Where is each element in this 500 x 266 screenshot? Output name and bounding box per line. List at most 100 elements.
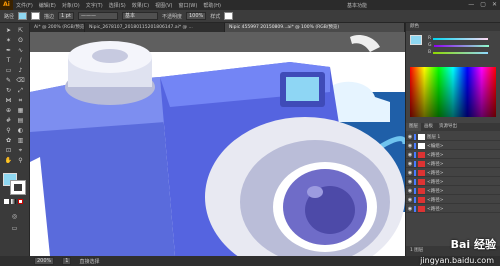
stroke-color-box[interactable]	[10, 180, 26, 195]
blend-tool-icon[interactable]: ◐	[15, 127, 26, 135]
close-icon[interactable]: ✕	[492, 0, 497, 10]
layer-row[interactable]: ◉ <路径>	[406, 178, 500, 186]
menu-object[interactable]: 对象(O)	[59, 2, 83, 9]
eye-icon[interactable]: ◉	[406, 134, 414, 140]
layer-row[interactable]: ◉ <路径>	[406, 205, 500, 213]
graphic-style-swatch[interactable]	[224, 12, 234, 20]
variable-width-profile[interactable]: ———	[77, 12, 118, 20]
artboard-canvas[interactable]	[30, 32, 405, 256]
menu-type[interactable]: 文字(T)	[83, 2, 106, 9]
color-panel-tab[interactable]: 颜色	[406, 23, 500, 31]
lasso-icon[interactable]: ʘ	[15, 37, 26, 45]
eraser-tool-icon[interactable]: ⌫	[15, 77, 26, 85]
width-tool-icon[interactable]: ⋈	[3, 97, 14, 105]
graph-tool-icon[interactable]: ▥	[15, 137, 26, 145]
mesh-tool-icon[interactable]: #	[3, 117, 14, 125]
stroke-swatch[interactable]	[31, 12, 41, 20]
selection-tool-icon[interactable]: ➤	[3, 27, 14, 35]
direct-selection-tool-icon[interactable]: ⇱	[15, 27, 26, 35]
g-slider[interactable]	[433, 44, 489, 47]
menu-view[interactable]: 视图(V)	[152, 2, 175, 9]
screen-mode-icon[interactable]: ▭	[9, 225, 20, 233]
layer-thumb	[418, 142, 425, 149]
pen-tool-icon[interactable]: ✒	[3, 47, 14, 55]
opacity-label: 不透明度	[161, 13, 182, 20]
zoom-level[interactable]: 200%	[34, 257, 55, 265]
layer-row[interactable]: ◉ <路径>	[406, 169, 500, 177]
tab-document-2[interactable]: Nipic_2678107_20180115201806147.ai* @ ..…	[85, 23, 225, 32]
maximize-icon[interactable]: ▢	[480, 0, 486, 10]
shape-builder-icon[interactable]: ⊕	[3, 107, 14, 115]
curvature-tool-icon[interactable]: ∿	[15, 47, 26, 55]
layer-row[interactable]: ◉ 图层 1	[406, 133, 500, 141]
menu-help[interactable]: 帮助(H)	[200, 2, 224, 9]
symbol-sprayer-icon[interactable]: ✿	[3, 137, 14, 145]
artboard-tool-icon[interactable]: ⊡	[3, 147, 14, 155]
gradient-tool-icon[interactable]: ▤	[15, 117, 26, 125]
layer-row[interactable]: ◉ <路径>	[406, 160, 500, 168]
b-slider[interactable]	[433, 51, 489, 54]
tab-layers[interactable]: 图层	[406, 123, 421, 131]
eye-icon[interactable]: ◉	[406, 161, 414, 167]
scale-tool-icon[interactable]: ⤢	[15, 87, 26, 95]
layer-color	[414, 178, 416, 185]
rotate-tool-icon[interactable]: ↻	[3, 87, 14, 95]
eyedropper-icon[interactable]: ⚲	[3, 127, 14, 135]
camera-artwork	[30, 32, 405, 256]
brush-definition[interactable]: 基本	[121, 12, 158, 20]
layer-name: <路径>	[427, 197, 444, 203]
gradient-mode-icon[interactable]	[11, 199, 16, 204]
layer-name: <编组>	[427, 143, 444, 149]
hand-tool-icon[interactable]: ✋	[3, 157, 14, 165]
fill-swatch[interactable]	[18, 12, 28, 20]
layer-thumb	[418, 151, 425, 158]
workspace-switcher[interactable]: 基本功能	[344, 2, 370, 9]
tab-artboards[interactable]: 画板	[421, 123, 436, 131]
type-tool-icon[interactable]: T	[3, 57, 14, 65]
color-mode-icon[interactable]	[4, 199, 9, 204]
layers-panel-tabs: 图层 画板 资源导出	[406, 123, 500, 131]
line-tool-icon[interactable]: /	[15, 57, 26, 65]
draw-mode-icon[interactable]: ◎	[9, 213, 20, 221]
free-transform-icon[interactable]: ⌗	[15, 97, 26, 105]
menu-window[interactable]: 窗口(W)	[175, 2, 200, 9]
stroke-weight[interactable]: 1 pt	[58, 12, 74, 20]
artboard-number[interactable]: 1	[62, 257, 72, 265]
magic-wand-icon[interactable]: ✶	[3, 37, 14, 45]
layer-row[interactable]: ◉ <路径>	[406, 187, 500, 195]
opacity-field[interactable]: 100%	[185, 12, 207, 20]
layer-row[interactable]: ◉ <路径>	[406, 151, 500, 159]
menu-select[interactable]: 选择(S)	[106, 2, 129, 9]
eye-icon[interactable]: ◉	[406, 188, 414, 194]
zoom-tool-icon[interactable]: ⚲	[15, 157, 26, 165]
menu-file[interactable]: 文件(F)	[13, 2, 36, 9]
slice-tool-icon[interactable]: ⌖	[15, 147, 26, 155]
layer-row[interactable]: ◉ <编组>	[406, 142, 500, 150]
panel-fill-swatch[interactable]	[410, 35, 422, 45]
pencil-tool-icon[interactable]: ✎	[3, 77, 14, 85]
r-slider[interactable]	[433, 37, 489, 40]
tab-document-1[interactable]: Ai* @ 200% (RGB/预览)	[30, 23, 85, 32]
eye-icon[interactable]: ◉	[406, 143, 414, 149]
menu-effect[interactable]: 效果(C)	[129, 2, 152, 9]
eye-icon[interactable]: ◉	[406, 152, 414, 158]
b-label: B	[428, 50, 432, 55]
tab-document-3[interactable]: Nipic 455997 20150809...ai* @ 100% (RGB/…	[225, 23, 405, 32]
brush-tool-icon[interactable]: ♪	[15, 67, 26, 75]
current-tool-label: 直接选择	[79, 258, 100, 265]
eye-icon[interactable]: ◉	[406, 179, 414, 185]
rgb-sliders: R G B	[428, 35, 489, 56]
layer-row[interactable]: ◉ <路径>	[406, 196, 500, 204]
none-mode-icon[interactable]	[18, 199, 23, 204]
color-spectrum[interactable]	[410, 67, 496, 117]
eye-icon[interactable]: ◉	[406, 170, 414, 176]
layer-name: <路径>	[427, 188, 444, 194]
eye-icon[interactable]: ◉	[406, 206, 414, 212]
perspective-grid-icon[interactable]: ▦	[15, 107, 26, 115]
menu-edit[interactable]: 编辑(E)	[36, 2, 59, 9]
eye-icon[interactable]: ◉	[406, 197, 414, 203]
rectangle-tool-icon[interactable]: ▭	[3, 67, 14, 75]
tab-asset-export[interactable]: 资源导出	[436, 123, 460, 131]
layer-thumb	[418, 196, 425, 203]
minimize-icon[interactable]: —	[468, 0, 474, 10]
